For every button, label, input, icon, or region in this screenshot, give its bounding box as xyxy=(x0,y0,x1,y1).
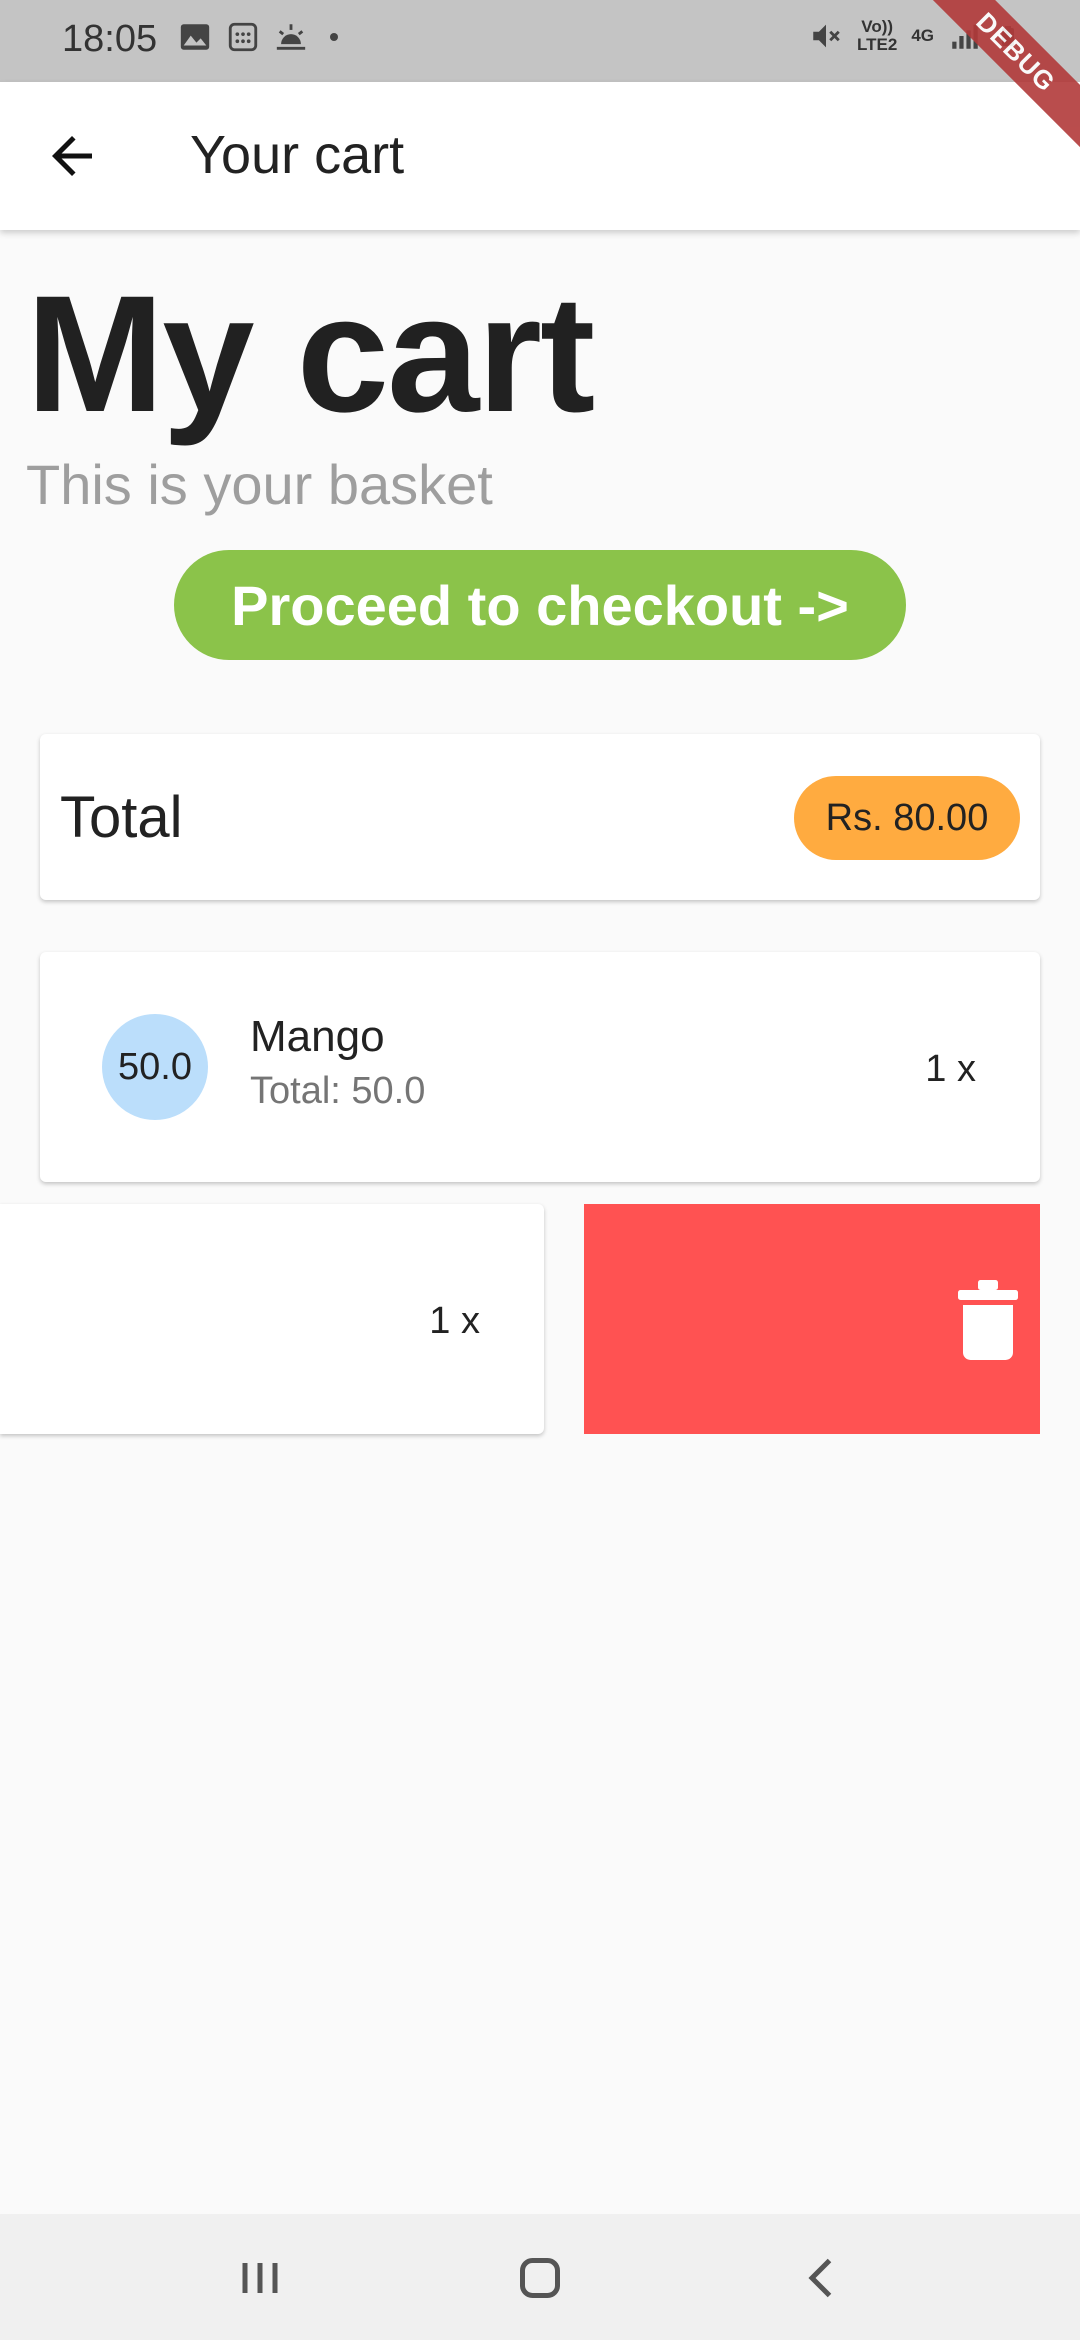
mute-icon xyxy=(813,24,840,48)
image-icon xyxy=(180,24,210,50)
cart-item-swiped[interactable]: 1 x xyxy=(0,1204,544,1434)
status-icons-left xyxy=(178,20,346,54)
swipe-to-delete-row[interactable]: 1 x xyxy=(0,1204,1080,1434)
network-label: Vo)) LTE2 xyxy=(857,18,897,54)
total-card: Total Rs. 80.00 xyxy=(40,734,1040,900)
status-time: 18:05 xyxy=(62,18,158,60)
network-type: 4G xyxy=(911,26,934,45)
cart-item[interactable]: 50.0 Mango Total: 50.0 1 x xyxy=(40,952,1040,1182)
calendar-icon xyxy=(228,22,258,52)
item-subtotal: Total: 50.0 xyxy=(250,1070,426,1112)
status-bar: 18:05 Vo)) LTE2 4G xyxy=(0,0,1080,82)
item-price-avatar: 50.0 xyxy=(102,1014,208,1120)
page-subtitle: This is your basket xyxy=(26,453,493,516)
weather-icon xyxy=(276,24,306,50)
arrow-back-icon[interactable] xyxy=(42,126,102,186)
item-quantity: 1 x xyxy=(925,1048,976,1090)
system-nav-bar xyxy=(0,2214,1080,2340)
home-icon[interactable] xyxy=(510,2248,570,2308)
recent-apps-icon[interactable] xyxy=(230,2248,290,2308)
item-quantity: 1 x xyxy=(429,1300,480,1342)
item-name: Mango xyxy=(250,1012,385,1061)
total-amount-badge: Rs. 80.00 xyxy=(794,776,1020,860)
checkout-button[interactable]: Proceed to checkout -> xyxy=(174,550,906,660)
back-nav-icon[interactable] xyxy=(792,2248,852,2308)
dot-icon xyxy=(330,33,338,41)
network-top: Vo)) xyxy=(861,17,894,36)
delete-background[interactable] xyxy=(584,1204,1040,1434)
trash-icon[interactable] xyxy=(958,1280,1018,1360)
network-bottom: LTE2 xyxy=(857,35,898,54)
app-bar-title: Your cart xyxy=(190,125,405,185)
page-title: My cart xyxy=(26,262,595,447)
app-bar: Your cart xyxy=(0,82,1080,230)
total-label: Total xyxy=(60,785,183,850)
